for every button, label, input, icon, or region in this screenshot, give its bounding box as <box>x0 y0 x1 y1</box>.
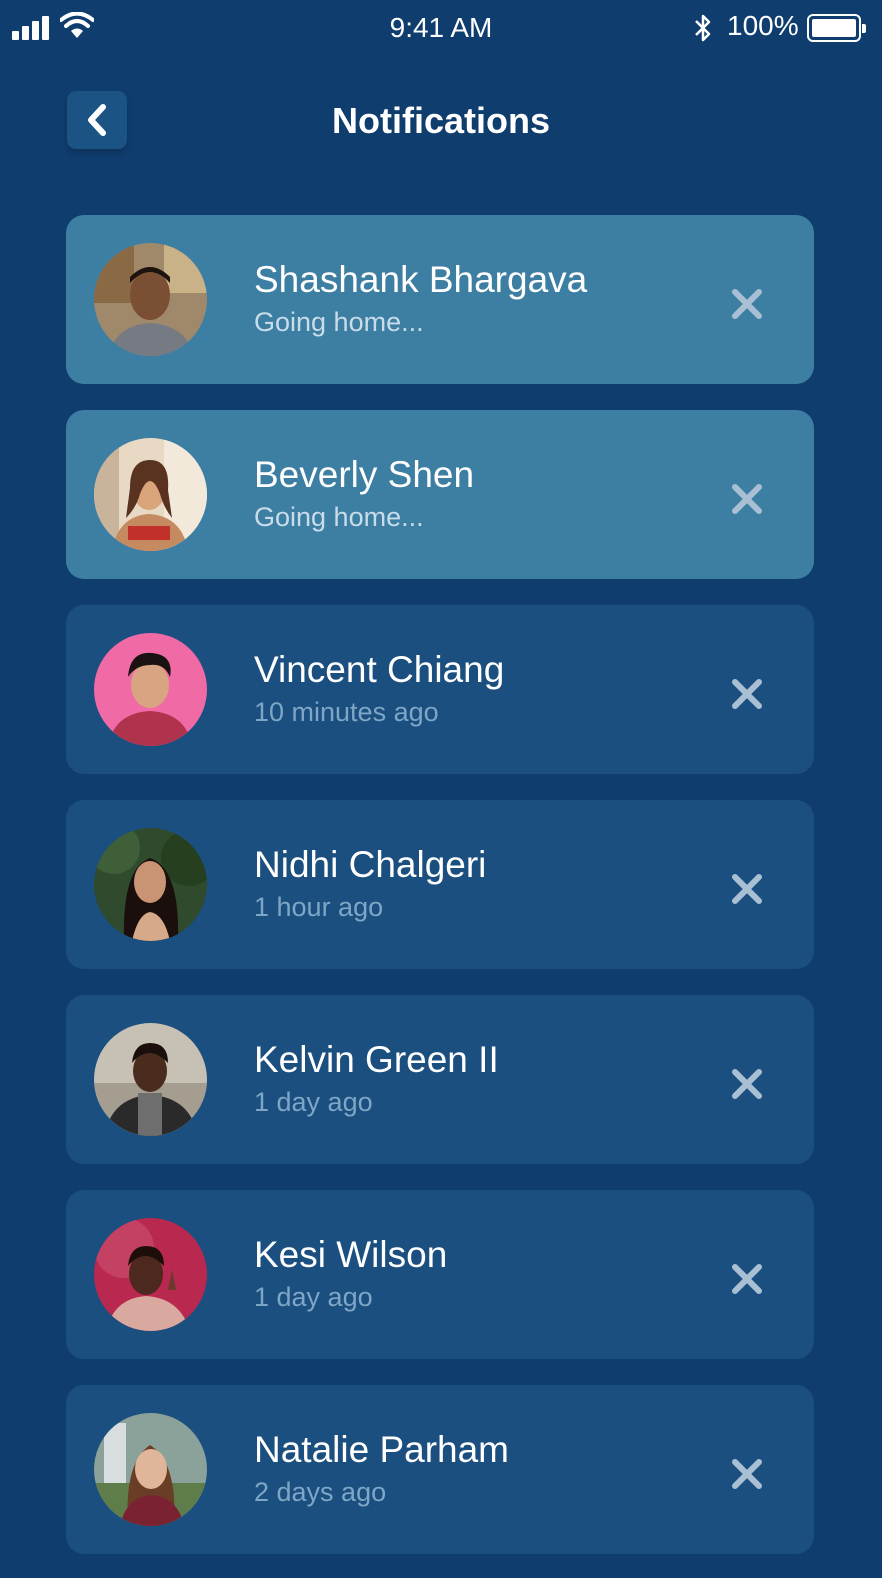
close-icon <box>732 484 762 514</box>
notification-name: Shashank Bhargava <box>254 259 588 300</box>
dismiss-button[interactable] <box>730 1457 764 1491</box>
notification-subtitle: 1 day ago <box>254 1282 373 1312</box>
notification-name: Kelvin Green II <box>254 1039 499 1080</box>
dismiss-button[interactable] <box>730 1067 764 1101</box>
dismiss-button[interactable] <box>730 1262 764 1296</box>
notification-card[interactable]: Beverly Shen Going home... <box>66 410 814 579</box>
close-icon <box>732 1264 762 1294</box>
notifications-screen: 9:41 AM 100% Notifications Shashank Bhar… <box>0 0 882 1578</box>
avatar <box>94 243 207 356</box>
close-icon <box>732 874 762 904</box>
avatar <box>94 438 207 551</box>
notification-card[interactable]: Kelvin Green II 1 day ago <box>66 995 814 1164</box>
notification-subtitle: 1 hour ago <box>254 892 384 922</box>
close-icon <box>732 289 762 319</box>
notification-subtitle: Going home... <box>254 502 424 532</box>
avatar <box>94 1413 207 1526</box>
close-icon <box>732 1069 762 1099</box>
avatar <box>94 633 207 746</box>
dismiss-button[interactable] <box>730 482 764 516</box>
avatar <box>94 1218 207 1331</box>
notification-subtitle: Going home... <box>254 307 424 337</box>
bluetooth-icon <box>695 14 711 42</box>
notification-name: Kesi Wilson <box>254 1234 448 1275</box>
notification-card[interactable]: Shashank Bhargava Going home... <box>66 215 814 384</box>
notification-card[interactable]: Vincent Chiang 10 minutes ago <box>66 605 814 774</box>
page-title: Notifications <box>331 100 550 141</box>
notification-name: Vincent Chiang <box>254 649 505 690</box>
notification-subtitle: 2 days ago <box>254 1477 387 1507</box>
battery-percent: 100% <box>727 10 799 41</box>
notification-card[interactable]: Kesi Wilson 1 day ago <box>66 1190 814 1359</box>
status-bar: 9:41 AM 100% <box>0 0 882 56</box>
notification-card[interactable]: Nidhi Chalgeri 1 hour ago <box>66 800 814 969</box>
avatar <box>94 1023 207 1136</box>
avatar <box>94 828 207 941</box>
notification-card[interactable]: Natalie Parham 2 days ago <box>66 1385 814 1554</box>
battery-icon <box>807 14 866 42</box>
close-icon <box>732 1459 762 1489</box>
dismiss-button[interactable] <box>730 872 764 906</box>
notification-subtitle: 10 minutes ago <box>254 697 439 727</box>
notification-list: Shashank Bhargava Going home... Beverly … <box>66 215 814 1578</box>
notification-name: Beverly Shen <box>254 454 475 495</box>
notification-name: Natalie Parham <box>254 1429 510 1470</box>
notification-subtitle: 1 day ago <box>254 1087 373 1117</box>
dismiss-button[interactable] <box>730 287 764 321</box>
notification-name: Nidhi Chalgeri <box>254 844 487 885</box>
dismiss-button[interactable] <box>730 677 764 711</box>
close-icon <box>732 679 762 709</box>
